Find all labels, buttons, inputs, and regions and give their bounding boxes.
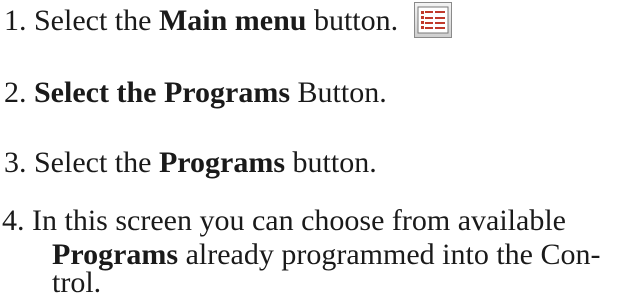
main-menu-icon-graphic [417, 6, 449, 34]
step-3-prefix: 3. Select the [4, 146, 159, 179]
step-2-bold: Select the Programs [34, 76, 291, 109]
step-4-line3: trol. [52, 266, 101, 300]
step-4-line1: 4. In this screen you can choose from av… [2, 204, 566, 237]
step-1: 1. Select the Main menu button. [4, 2, 452, 41]
main-menu-icon[interactable] [413, 2, 452, 39]
step-1-bold: Main menu [158, 4, 307, 37]
step-4-line3-text: trol. [52, 266, 102, 299]
step-2-prefix: 2. [4, 76, 34, 109]
step-4: 4. In this screen you can choose from av… [2, 204, 566, 238]
step-1-prefix: 1. Select the [4, 4, 159, 37]
step-2: 2. Select the Programs Button. [4, 76, 387, 110]
step-4-line2: Programs already programmed into the Con… [52, 238, 600, 272]
step-1-suffix: button. [306, 4, 399, 37]
step-3: 3. Select the Programs button. [4, 146, 377, 180]
step-2-suffix: Button. [290, 76, 387, 109]
step-3-bold: Programs [158, 146, 286, 179]
step-4-line2-suffix: already programmed into the Con- [178, 238, 601, 271]
step-3-suffix: button. [285, 146, 377, 179]
